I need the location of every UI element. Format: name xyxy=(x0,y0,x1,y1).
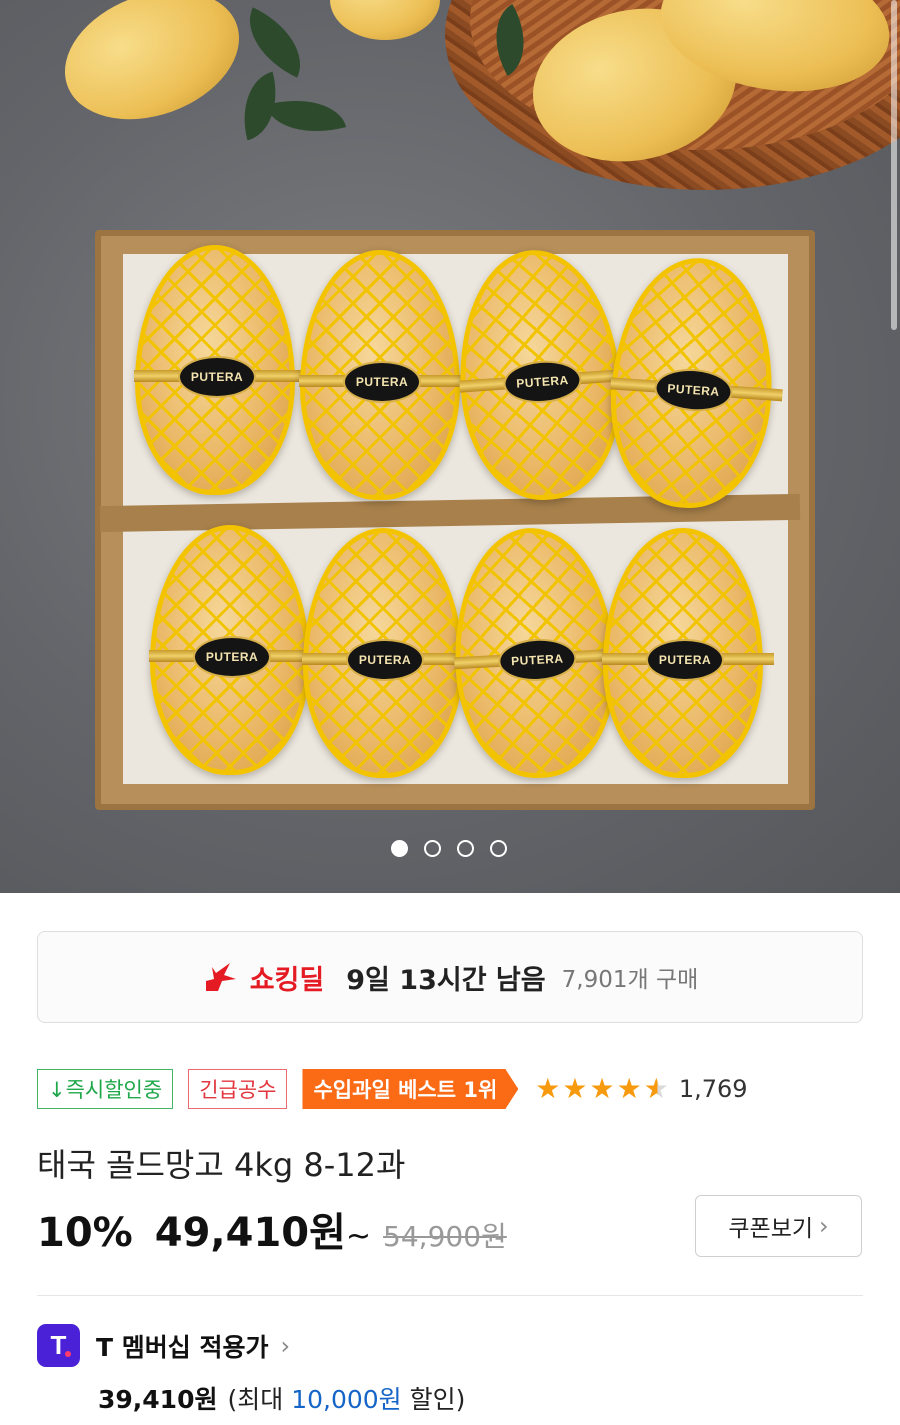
star-rating[interactable]: ★ ★ ★ ★ ★ 1,769 xyxy=(535,1072,748,1105)
carousel-dot[interactable] xyxy=(457,840,474,857)
membership-price-row: 39,410원 (최대 10,000원 할인) xyxy=(98,1380,465,1416)
urgent-import-badge: 긴급공수 xyxy=(188,1069,288,1109)
best-seller-badge: 수입과일 베스트 1위 xyxy=(302,1069,519,1109)
star-icon: ★ xyxy=(535,1072,561,1105)
loose-mango xyxy=(46,0,258,143)
price-row: 10% 49,410원 ~ 54,900원 xyxy=(37,1200,507,1258)
product-title: 태국 골드망고 4kg 8-12과 xyxy=(37,1146,406,1184)
brand-label: PUTERA xyxy=(497,636,578,683)
discount-rate: 10% xyxy=(37,1210,133,1256)
note-prefix: (최대 xyxy=(227,1385,292,1414)
brand-label: PUTERA xyxy=(178,356,256,398)
star-icon: ★ xyxy=(589,1072,615,1105)
shocking-deal-banner[interactable]: 쇼킹딜 9일 13시간 남음 7,901개 구매 xyxy=(37,931,863,1023)
leaf-image xyxy=(233,7,317,78)
brand-label: PUTERA xyxy=(502,358,583,406)
shocking-deal-bolt-icon xyxy=(205,963,236,991)
max-discount: 10,000원 xyxy=(291,1385,402,1414)
membership-discount-note: (최대 10,000원 할인) xyxy=(227,1380,465,1416)
brand-label: PUTERA xyxy=(646,639,724,681)
carousel-dot[interactable] xyxy=(391,840,408,857)
chevron-right-icon: › xyxy=(280,1331,291,1360)
original-price: 54,900원 xyxy=(383,1220,507,1253)
instant-discount-badge: ↓즉시할인중 xyxy=(37,1069,174,1109)
membership-price: 39,410원 xyxy=(98,1385,218,1414)
sale-price: 49,410원 xyxy=(154,1210,346,1256)
note-suffix: 할인) xyxy=(401,1385,466,1414)
product-image-carousel[interactable]: PUTERA PUTERA PUTERA PUTERA PUTERA PUTER… xyxy=(0,0,900,893)
star-icon: ★ xyxy=(562,1072,588,1105)
price-suffix: ~ xyxy=(345,1219,372,1254)
membership-label: T 멤버십 적용가 xyxy=(96,1332,269,1362)
carousel-indicator xyxy=(391,840,507,857)
brand-label: PUTERA xyxy=(343,361,421,403)
scrollbar[interactable] xyxy=(891,0,897,330)
t-membership-logo-icon: T xyxy=(37,1324,80,1367)
star-icon: ★ xyxy=(616,1072,642,1105)
divider xyxy=(37,1295,863,1296)
deal-time-left: 9일 13시간 남음 xyxy=(346,964,546,996)
review-count: 1,769 xyxy=(678,1075,748,1103)
brand-label: PUTERA xyxy=(653,366,734,414)
half-star-icon: ★ xyxy=(643,1072,669,1105)
leaf-image xyxy=(265,86,347,146)
loose-mango xyxy=(330,0,440,40)
deal-label: 쇼킹딜 xyxy=(249,964,325,996)
coupon-button-label: 쿠폰보기 xyxy=(728,1216,814,1242)
carousel-dot[interactable] xyxy=(490,840,507,857)
shocking-deal-logo: 쇼킹딜 xyxy=(202,958,325,997)
brand-label: PUTERA xyxy=(346,639,424,681)
view-coupon-button[interactable]: 쿠폰보기 › xyxy=(695,1195,862,1257)
brand-label: PUTERA xyxy=(193,636,271,678)
chevron-right-icon: › xyxy=(819,1212,829,1240)
deal-purchase-count: 7,901개 구매 xyxy=(561,967,699,993)
product-badges: ↓즉시할인중 긴급공수 수입과일 베스트 1위 ★ ★ ★ ★ ★ 1,769 xyxy=(37,1069,748,1109)
carousel-dot[interactable] xyxy=(424,840,441,857)
membership-price-link[interactable]: T T 멤버십 적용가 › xyxy=(37,1324,290,1367)
